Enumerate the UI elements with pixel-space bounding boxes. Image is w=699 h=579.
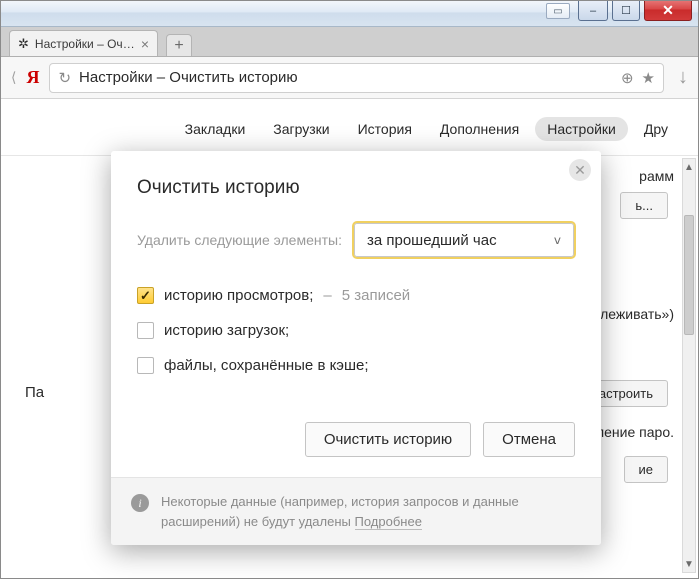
browser-tab-settings[interactable]: ✲ Настройки – Очистит × bbox=[9, 30, 158, 56]
window-controls: – ☐ ✕ bbox=[578, 1, 692, 21]
count-separator: – bbox=[323, 287, 331, 304]
reload-icon[interactable]: ↻ bbox=[58, 69, 71, 87]
tab-title: Настройки – Очистит bbox=[35, 37, 135, 51]
clear-history-button[interactable]: Очистить историю bbox=[305, 422, 471, 457]
dialog-body: Очистить историю Удалить следующие элеме… bbox=[111, 151, 601, 408]
downloads-icon[interactable]: ↓ bbox=[678, 66, 688, 89]
dialog-footer-text: Некоторые данные (например, история запр… bbox=[161, 492, 581, 531]
scroll-up-icon[interactable]: ▲ bbox=[683, 159, 695, 175]
time-range-label: Удалить следующие элементы: bbox=[137, 232, 342, 248]
bookmark-star-icon[interactable]: ★ bbox=[642, 69, 655, 87]
checkbox-download-history[interactable] bbox=[137, 322, 154, 339]
time-range-row: Удалить следующие элементы: за прошедший… bbox=[137, 223, 575, 257]
maximize-button[interactable]: ☐ bbox=[612, 1, 640, 21]
address-bar[interactable]: ↻ Настройки – Очистить историю ⊕ ★ bbox=[49, 63, 664, 93]
dialog-close-button[interactable]: ✕ bbox=[569, 159, 591, 181]
checkbox-label: историю просмотров; bbox=[164, 287, 313, 304]
bg-button-ellipsis[interactable]: ь... bbox=[620, 192, 668, 219]
settings-nav: Закладки Загрузки История Дополнения Нас… bbox=[1, 99, 698, 156]
history-count: 5 записей bbox=[342, 287, 410, 304]
toolbar: ⟨ Я ↻ Настройки – Очистить историю ⊕ ★ ↓ bbox=[1, 57, 698, 99]
page-scrollbar[interactable]: ▲ ▼ bbox=[682, 158, 696, 573]
gear-icon: ✲ bbox=[18, 36, 29, 52]
nav-downloads[interactable]: Загрузки bbox=[261, 117, 341, 141]
nav-bookmarks[interactable]: Закладки bbox=[173, 117, 258, 141]
checkbox-browsing-history[interactable] bbox=[137, 287, 154, 304]
address-actions: ⊕ ★ bbox=[621, 69, 655, 87]
bg-fragment-programs: рамм bbox=[639, 168, 674, 184]
dialog-footer: i Некоторые данные (например, история за… bbox=[111, 477, 601, 545]
minimize-button[interactable]: – bbox=[578, 1, 608, 21]
yandex-logo-icon[interactable]: Я bbox=[26, 67, 39, 88]
close-window-button[interactable]: ✕ bbox=[644, 1, 692, 21]
cancel-button[interactable]: Отмена bbox=[483, 422, 575, 457]
dialog-actions: Очистить историю Отмена bbox=[111, 408, 601, 477]
nav-settings[interactable]: Настройки bbox=[535, 117, 628, 141]
globe-icon[interactable]: ⊕ bbox=[621, 69, 634, 87]
info-icon: i bbox=[131, 494, 149, 512]
new-tab-button[interactable]: + bbox=[166, 34, 192, 56]
checkbox-row-downloads: историю загрузок; bbox=[137, 322, 575, 339]
browser-window: ▭ – ☐ ✕ ✲ Настройки – Очистит × + ⟨ Я ↻ … bbox=[0, 0, 699, 579]
checkbox-label: историю загрузок; bbox=[164, 322, 289, 339]
close-tab-icon[interactable]: × bbox=[141, 36, 149, 52]
time-range-value: за прошедший час bbox=[367, 232, 497, 249]
checkbox-row-history: историю просмотров; – 5 записей bbox=[137, 287, 575, 304]
scroll-thumb[interactable] bbox=[684, 215, 694, 335]
bg-button-ie[interactable]: ие bbox=[624, 456, 669, 483]
address-text: Настройки – Очистить историю bbox=[79, 69, 298, 86]
learn-more-link[interactable]: Подробнее bbox=[355, 514, 422, 530]
help-hint-icon[interactable]: ▭ bbox=[546, 3, 570, 19]
chevron-down-icon: ⅴ bbox=[554, 233, 561, 247]
os-title-bar: ▭ – ☐ ✕ bbox=[1, 1, 698, 27]
nav-other[interactable]: Дру bbox=[632, 117, 680, 141]
bg-label-pa: Па bbox=[25, 384, 44, 401]
nav-history[interactable]: История bbox=[346, 117, 424, 141]
checkbox-label: файлы, сохранённые в кэше; bbox=[164, 357, 369, 374]
nav-addons[interactable]: Дополнения bbox=[428, 117, 531, 141]
dialog-title: Очистить историю bbox=[137, 177, 575, 199]
back-chevron-icon[interactable]: ⟨ bbox=[11, 69, 16, 86]
checkbox-row-cache: файлы, сохранённые в кэше; bbox=[137, 357, 575, 374]
checkbox-cached-files[interactable] bbox=[137, 357, 154, 374]
scroll-down-icon[interactable]: ▼ bbox=[683, 556, 695, 572]
time-range-select[interactable]: за прошедший час ⅴ bbox=[354, 223, 574, 257]
clear-history-dialog: ✕ Очистить историю Удалить следующие эле… bbox=[111, 151, 601, 545]
tab-strip: ✲ Настройки – Очистит × + bbox=[1, 27, 698, 57]
